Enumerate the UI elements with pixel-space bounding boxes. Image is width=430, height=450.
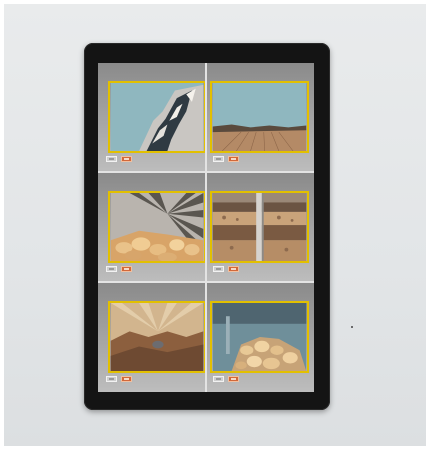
boulder-pile-scene [212, 303, 307, 371]
view-icon[interactable] [213, 376, 224, 382]
camera-feed-5[interactable] [108, 301, 206, 373]
alert-icon[interactable] [228, 376, 239, 382]
camera-controls-4 [213, 266, 239, 274]
camera-cell-5 [98, 283, 206, 392]
camera-feed-6[interactable] [210, 301, 309, 373]
camera-feed-1[interactable] [108, 81, 206, 153]
camera-cell-3 [98, 173, 206, 282]
view-icon[interactable] [213, 266, 224, 272]
camera-feed-2[interactable] [210, 81, 309, 153]
camera-dot [351, 326, 353, 328]
tunnel-dust-scene [110, 303, 204, 371]
alert-icon[interactable] [121, 376, 132, 382]
conveyor-pipe-scene [212, 193, 307, 261]
column-divider [205, 63, 207, 392]
camera-controls-6 [213, 376, 239, 384]
camera-controls-5 [106, 376, 132, 384]
horizon-field-scene [212, 83, 307, 151]
alert-icon[interactable] [121, 156, 132, 162]
camera-feed-3[interactable] [108, 191, 206, 263]
camera-cell-4 [207, 173, 314, 282]
camera-controls-3 [106, 266, 132, 274]
camera-controls-1 [106, 156, 132, 164]
alert-icon[interactable] [228, 156, 239, 162]
alert-icon[interactable] [121, 266, 132, 272]
camera-cell-1 [98, 63, 206, 172]
view-icon[interactable] [106, 376, 117, 382]
camera-feed-4[interactable] [210, 191, 309, 263]
rock-pile-rays-scene [110, 193, 204, 261]
view-icon[interactable] [213, 156, 224, 162]
camera-cell-6 [207, 283, 314, 392]
camera-cell-2 [207, 63, 314, 172]
camera-controls-2 [213, 156, 239, 164]
alert-icon[interactable] [228, 266, 239, 272]
view-icon[interactable] [106, 266, 117, 272]
rock-face-scene [110, 83, 204, 151]
camera-grid-screen [98, 63, 314, 392]
view-icon[interactable] [106, 156, 117, 162]
